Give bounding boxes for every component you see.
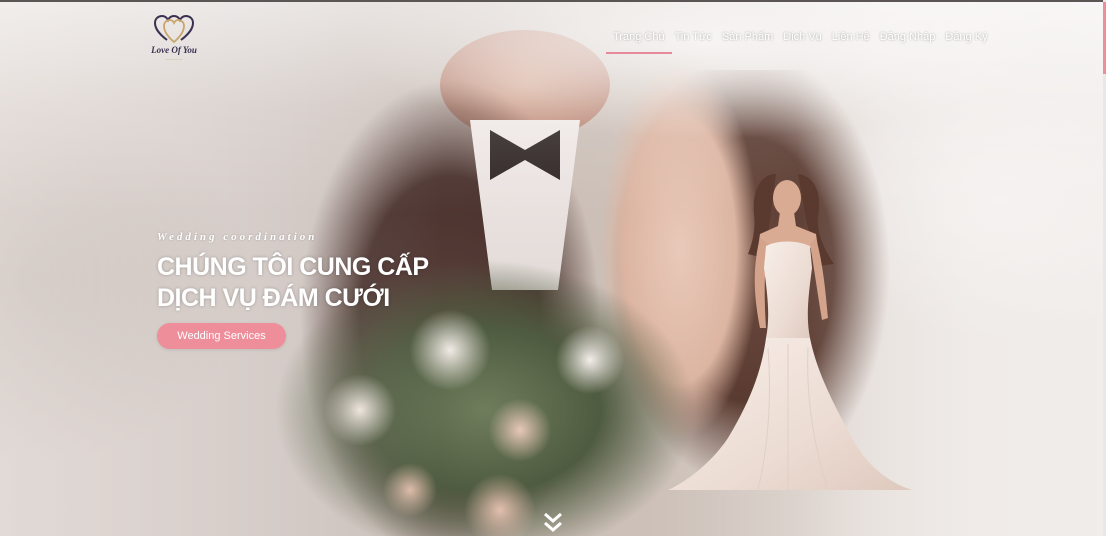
wedding-dress-model-image (668, 174, 912, 491)
wedding-services-button[interactable]: Wedding Services (157, 323, 286, 349)
nav-item-tin-tuc[interactable]: Tin Tức (670, 31, 717, 43)
hero-headline: CHÚNG TÔI CUNG CẤP DỊCH VỤ ĐÁM CƯỚI (157, 252, 429, 314)
page: Love Of You ———— Trang Chủ Tin Tức Sản P… (0, 0, 1106, 536)
double-chevron-down-icon[interactable] (543, 508, 563, 536)
nav-item-lien-he[interactable]: Liên Hệ (827, 31, 875, 43)
logo-subtext: ———— (165, 56, 183, 61)
nav-item-dang-ky[interactable]: Đăng Ký (940, 31, 992, 43)
hero-tagline: Wedding coordination (157, 231, 318, 243)
hero-headline-line2: DỊCH VỤ ĐÁM CƯỚI (157, 284, 390, 312)
nav-item-dich-vu[interactable]: Dịch Vụ (778, 31, 827, 43)
main-nav: Trang Chủ Tin Tức Sản Phẩm Dịch Vụ Liên … (606, 31, 993, 54)
site-logo[interactable]: Love Of You ———— (142, 14, 206, 66)
nav-item-dang-nhap[interactable]: Đăng Nhập (875, 31, 941, 43)
nav-item-trang-chu[interactable]: Trang Chủ (606, 31, 672, 54)
top-border (0, 0, 1106, 2)
double-heart-icon (154, 14, 194, 44)
nav-item-san-pham[interactable]: Sản Phẩm (717, 31, 778, 43)
logo-text: Love Of You (151, 45, 197, 55)
hero-headline-line1: CHÚNG TÔI CUNG CẤP (157, 253, 429, 281)
